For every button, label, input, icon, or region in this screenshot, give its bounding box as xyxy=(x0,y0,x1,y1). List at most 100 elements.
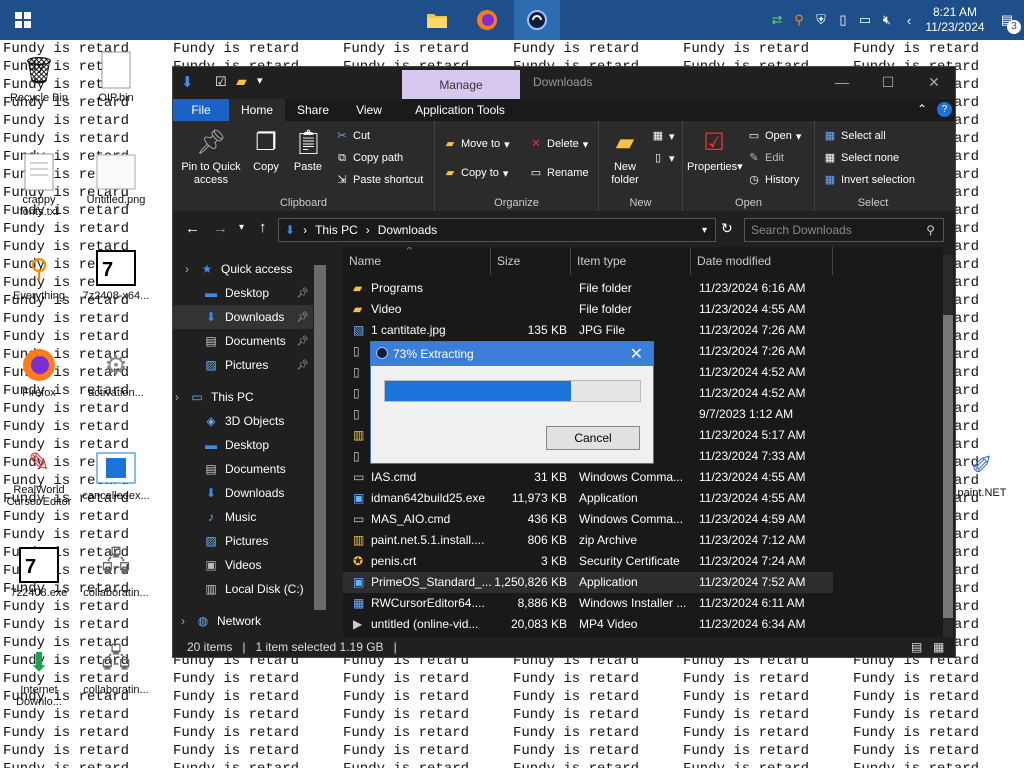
rename-button[interactable]: ▭ Rename xyxy=(529,166,589,180)
chevron-left-icon[interactable]: ‹ xyxy=(898,0,920,40)
usb-icon[interactable]: ▯ xyxy=(832,0,854,40)
desktop-icon-firefox[interactable]: Firefox xyxy=(3,345,75,399)
delete-button[interactable]: ✕ Delete ▾ xyxy=(529,137,588,151)
address-dropdown-icon[interactable]: ▾ xyxy=(702,225,707,236)
history-button[interactable]: ◷ History xyxy=(747,173,799,187)
chevron-right-icon[interactable]: › xyxy=(181,614,185,628)
tab-application-tools[interactable]: Application Tools xyxy=(403,99,517,121)
file-row[interactable]: ▭ MAS_AIO.cmd 436 KB Windows Comma... 11/23/… xyxy=(343,509,833,530)
desktop-icon-cancelledex[interactable]: cancelledex... xyxy=(80,448,152,502)
select-all-button[interactable]: ▦ Select all xyxy=(823,129,886,143)
collapse-ribbon-icon[interactable]: ⌃ xyxy=(917,102,927,116)
file-row[interactable]: ▰ Programs File folder 11/23/2024 6:16 AM xyxy=(343,278,833,299)
tab-view[interactable]: View xyxy=(341,99,397,121)
nav-item-pictures[interactable]: ▨ Pictures 📌︎ xyxy=(173,353,313,377)
move-to-button[interactable]: ▰ Move to ▾ xyxy=(443,137,510,151)
down-arrow-icon[interactable]: ⬇ xyxy=(181,73,194,91)
file-row[interactable]: ✪ penis.crt 3 KB Security Certificate 11/23/… xyxy=(343,551,833,572)
start-button[interactable] xyxy=(0,0,46,40)
desktop-icon-untitled-png[interactable]: Untitled.png xyxy=(80,152,152,206)
new-item-button[interactable]: ▦ ▾ xyxy=(651,129,675,143)
desktop-icon-collaboratin-2[interactable]: 🖧︎ collaboratin... xyxy=(80,642,152,696)
desktop-icon-paint-net[interactable]: ✐ paint.NET xyxy=(946,445,1018,500)
copy-button[interactable]: ❐ Copy xyxy=(247,127,285,174)
file-row[interactable]: ▦ RWCursorEditor64.... 8,886 KB Windows Ins… xyxy=(343,593,833,614)
minimize-button[interactable]: — xyxy=(819,67,865,97)
edit-button[interactable]: ✎ Edit xyxy=(747,151,784,165)
file-row[interactable]: ▭ IAS.cmd 31 KB Windows Comma... 11/23/2024 … xyxy=(343,467,833,488)
scrollbar-thumb[interactable] xyxy=(943,315,953,618)
select-none-button[interactable]: ▦ Select none xyxy=(823,151,899,165)
invert-selection-button[interactable]: ▦ Invert selection xyxy=(823,173,915,187)
column-header-size[interactable]: Size xyxy=(491,247,571,275)
open-button[interactable]: ▭ Open ▾ xyxy=(747,129,802,143)
nav-item-3d-objects[interactable]: ◈ 3D Objects xyxy=(173,409,313,433)
manage-tab[interactable]: Manage xyxy=(402,70,520,100)
nav-scrollbar[interactable] xyxy=(314,265,326,610)
file-row[interactable]: ▰ Video File folder 11/23/2024 4:55 AM xyxy=(343,299,833,320)
cut-button[interactable]: ✂ Cut xyxy=(335,129,370,143)
recent-locations-icon[interactable]: ▾ xyxy=(239,222,244,233)
copy-path-button[interactable]: ⧉ Copy path xyxy=(335,151,403,165)
file-list-scrollbar[interactable] xyxy=(943,255,953,637)
file-row[interactable]: ▥ paint.net.5.1.install.... 806 KB zip Arch… xyxy=(343,530,833,551)
file-row[interactable]: ▣ PrimeOS_Standard_... 1,250,826 KB Applica… xyxy=(343,572,833,593)
nav-item-music[interactable]: ♪ Music xyxy=(173,505,313,529)
cancel-button[interactable]: Cancel xyxy=(546,426,640,450)
notification-button[interactable]: ▤ 3 xyxy=(990,0,1024,40)
address-bar[interactable]: ⬇ › This PC › Downloads ▾ xyxy=(278,218,716,242)
help-icon[interactable]: ? xyxy=(937,102,952,117)
properties-quick-icon[interactable]: ☑ xyxy=(215,74,227,90)
taskbar-firefox[interactable] xyxy=(467,0,507,40)
taskbar-file-explorer[interactable] xyxy=(417,0,457,40)
nav-item-local-disk-c[interactable]: ▥ Local Disk (C:) xyxy=(173,577,313,601)
forward-arrow-icon[interactable]: → xyxy=(213,220,228,237)
nav-item-documents[interactable]: ▤ Documents xyxy=(173,457,313,481)
tab-share[interactable]: Share xyxy=(285,99,341,121)
pin-quick-access-button[interactable]: 📌︎ Pin to Quick access xyxy=(179,127,243,187)
desktop-icon-activation[interactable]: ⚙︎ activation... xyxy=(80,345,152,400)
properties-button[interactable]: ☑ Properties▾ xyxy=(687,127,743,174)
copy-to-button[interactable]: ▰ Copy to ▾ xyxy=(443,166,509,180)
nav-item-pictures[interactable]: ▨ Pictures xyxy=(173,529,313,553)
defender-shield-icon[interactable]: ⛨ xyxy=(810,0,832,40)
column-header-type[interactable]: Item type xyxy=(571,247,691,275)
large-icons-view-icon[interactable]: ▦ xyxy=(933,640,944,654)
file-row[interactable]: ▧ 1 cantitate.jpg 135 KB JPG File 11/23/2024… xyxy=(343,320,833,341)
network-share-icon[interactable]: ⇄ xyxy=(766,0,788,40)
desktop-icon-oip[interactable]: OIP.bin xyxy=(80,50,152,104)
nav-item-quick-access[interactable]: ★ Quick access › xyxy=(173,257,313,281)
desktop-icon-crappy-fonts[interactable]: crappy fonts.txt xyxy=(3,152,75,218)
nav-item-desktop[interactable]: ▬ Desktop 📌︎ xyxy=(173,281,313,305)
paste-shortcut-button[interactable]: ⇲ Paste shortcut xyxy=(335,173,423,187)
title-bar[interactable]: ⬇ ☑ ▰ ▾ Manage Downloads — ☐ ✕ xyxy=(173,67,957,100)
file-row[interactable]: ▶ untitled (online-vid... 20,083 KB MP4 Vid… xyxy=(343,614,833,635)
nav-item-this-pc[interactable]: ▭ This PC › xyxy=(173,385,313,409)
back-arrow-icon[interactable]: ← xyxy=(185,220,200,237)
easy-access-button[interactable]: ▯ ▾ xyxy=(651,151,675,165)
nav-item-downloads[interactable]: ⬇ Downloads 📌︎ xyxy=(173,305,313,329)
column-header-date[interactable]: Date modified xyxy=(691,247,833,275)
desktop-icon-collaboratin-1[interactable]: 🖧︎ collaboratin... xyxy=(80,545,152,599)
search-everything-icon[interactable]: ⚲ xyxy=(788,0,810,40)
tab-home[interactable]: Home xyxy=(229,99,285,121)
breadcrumb-this-pc[interactable]: This PC xyxy=(315,223,358,237)
chevron-right-icon[interactable]: › xyxy=(175,390,179,404)
new-folder-button[interactable]: ▰ New folder xyxy=(603,127,647,187)
desktop-icon-7z-exe[interactable]: 7 7z2408.exe xyxy=(3,545,75,599)
tab-file[interactable]: File xyxy=(173,99,229,121)
dialog-title-bar[interactable]: 73% Extracting ✕ xyxy=(371,342,653,366)
nav-item-videos[interactable]: ▣ Videos xyxy=(173,553,313,577)
volume-muted-icon[interactable]: 🔇︎ xyxy=(876,0,898,40)
paste-button[interactable]: 📋︎ Paste xyxy=(289,127,327,174)
desktop-icon-idm[interactable]: ⬇︎ Internet Downlo... xyxy=(3,642,75,709)
search-input[interactable]: Search Downloads ⚲ xyxy=(744,218,944,242)
column-header-name[interactable]: Name xyxy=(343,247,491,275)
customize-toolbar-icon[interactable]: ▾ xyxy=(257,74,263,87)
nav-item-network[interactable]: ◍ Network › xyxy=(173,609,313,633)
close-button[interactable]: ✕ xyxy=(911,67,957,97)
breadcrumb-downloads[interactable]: Downloads xyxy=(378,223,437,237)
monitor-icon[interactable]: ▭ xyxy=(854,0,876,40)
refresh-icon[interactable]: ↻ xyxy=(721,220,733,237)
desktop-icon-everything[interactable]: ⚲ Everything xyxy=(3,248,75,303)
